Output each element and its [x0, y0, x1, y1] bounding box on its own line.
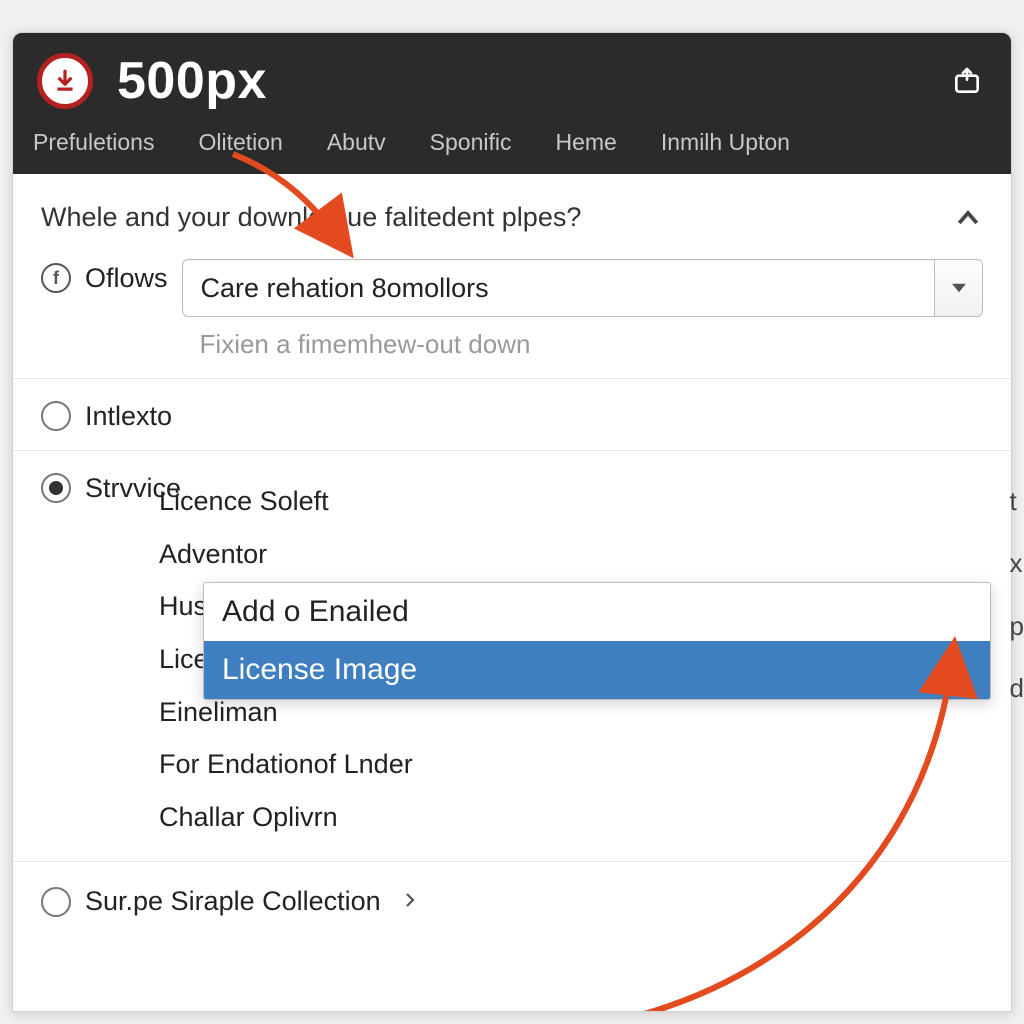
download-arrow-icon	[52, 68, 78, 94]
app-window: 500px Prefuletions Olitetion Abutv Sponi…	[12, 32, 1012, 1012]
select-dropdown-button[interactable]	[934, 260, 982, 316]
select-box[interactable]: Care rehation 8omollors	[182, 259, 983, 317]
dropdown-menu: Add o Enailed License Image	[203, 582, 991, 700]
edge-cropped-text: t x p d	[1010, 470, 1024, 720]
option-label: Sur.pe Siraple Collection	[85, 886, 381, 917]
nav-tabs: Prefuletions Olitetion Abutv Sponific He…	[13, 119, 1011, 174]
chevron-up-icon[interactable]	[953, 203, 983, 233]
app-header: 500px Prefuletions Olitetion Abutv Sponi…	[13, 33, 1011, 174]
radio-icon[interactable]	[41, 401, 71, 431]
tab-heme[interactable]: Heme	[556, 129, 617, 156]
app-logo-icon	[37, 53, 93, 109]
export-icon[interactable]	[951, 65, 983, 97]
option-row-intlexto[interactable]: Intlexto	[13, 378, 1011, 450]
list-item[interactable]: Adventor	[159, 528, 458, 581]
select-value: Care rehation 8omollors	[201, 273, 489, 304]
tab-abutv[interactable]: Abutv	[327, 129, 386, 156]
tab-prefuletions[interactable]: Prefuletions	[33, 129, 154, 156]
tab-sponific[interactable]: Sponific	[430, 129, 512, 156]
list-item[interactable]: Licence Soleft	[159, 475, 458, 528]
chevron-right-icon	[401, 891, 419, 909]
radio-selected-icon[interactable]	[41, 473, 71, 503]
list-item[interactable]: For Endationof Lnder	[159, 738, 458, 791]
dropdown-item-add[interactable]: Add o Enailed	[204, 583, 990, 641]
dropdown-item-license[interactable]: License Image	[204, 641, 990, 699]
app-title: 500px	[117, 51, 267, 111]
radio-icon[interactable]	[41, 887, 71, 917]
option-label: Oflows	[85, 263, 168, 294]
question-row: Whele and your downled-ue falitedent plp…	[13, 174, 1011, 255]
list-item[interactable]: Challar Oplivrn	[159, 791, 458, 844]
tab-olitetion[interactable]: Olitetion	[198, 129, 282, 156]
option-row-oflows[interactable]: f Oflows Care rehation 8omollors Fixien …	[13, 255, 1011, 378]
option-row-surpe[interactable]: Sur.pe Siraple Collection	[13, 861, 1011, 937]
info-f-icon: f	[41, 263, 71, 293]
option-label: Intlexto	[85, 401, 172, 432]
title-row: 500px	[13, 33, 1011, 119]
select-hint: Fixien a fimemhew-out down	[182, 317, 983, 360]
content-area: Whele and your downled-ue falitedent plp…	[13, 174, 1011, 937]
caret-down-icon	[952, 281, 966, 295]
tab-inmilh[interactable]: Inmilh Upton	[661, 129, 790, 156]
section-question: Whele and your downled-ue falitedent plp…	[41, 202, 581, 233]
